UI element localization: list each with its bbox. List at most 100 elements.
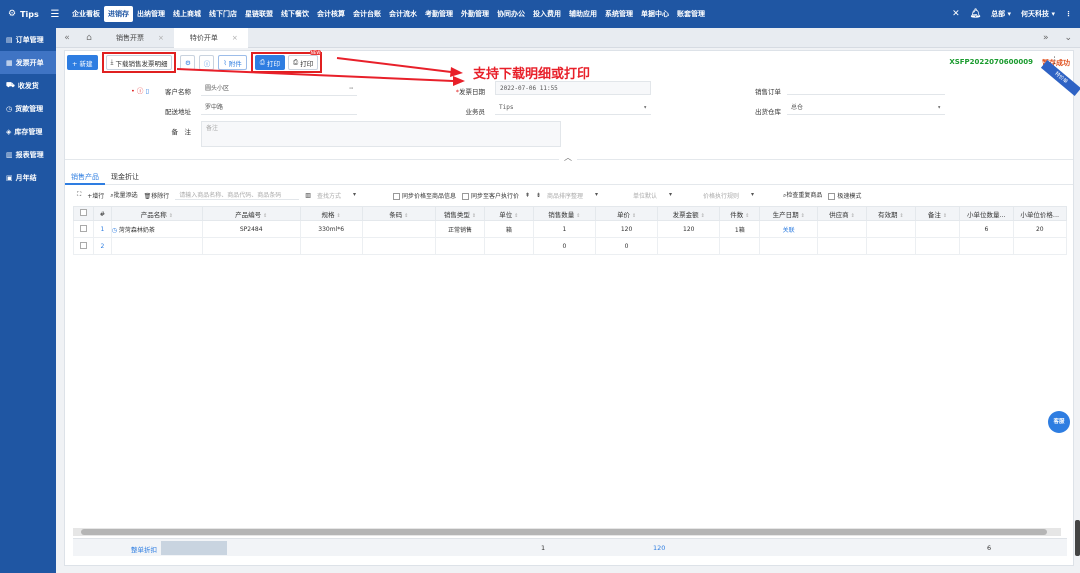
cell-price[interactable]: 0	[594, 237, 659, 255]
nav-item[interactable]: 会计核算	[313, 6, 349, 22]
cell-product-code[interactable]	[201, 237, 301, 255]
price-rule-select[interactable]: 价格执行规则 ▾	[703, 191, 777, 200]
cell-small-price[interactable]: 20	[1012, 220, 1068, 238]
nav-item[interactable]: 出纳管理	[133, 6, 169, 22]
nav-item[interactable]: 线上商城	[169, 6, 205, 22]
cell-remark[interactable]	[914, 220, 961, 238]
total-discount-field[interactable]	[161, 541, 227, 555]
nav-item[interactable]: 企业看板	[68, 6, 104, 22]
fast-mode-checkbox[interactable]: 极速模式	[828, 191, 861, 200]
customer-field[interactable]: 圆头小区 ⋯	[201, 82, 357, 96]
salesman-select[interactable]: Tips ▾	[495, 101, 651, 115]
product-search-input[interactable]: 请输入商品名称、商品代码、商品条码	[175, 190, 300, 200]
cell-supplier[interactable]	[817, 220, 867, 238]
column-header[interactable]: 供应商 ⇕	[817, 206, 867, 221]
cell-amount[interactable]: 120	[657, 220, 721, 238]
user-menu[interactable]: 总部 ▾	[991, 9, 1011, 19]
tab-cash-discount[interactable]: 现金折让	[105, 169, 145, 185]
cell-spec[interactable]	[299, 237, 363, 255]
date-field[interactable]: 2022-07-06 11:55	[495, 81, 651, 95]
column-header[interactable]: 备注 ⇕	[914, 206, 961, 221]
batch-add-button[interactable]: ⌕批量添选	[110, 190, 137, 200]
cell-sales-type[interactable]	[435, 237, 485, 255]
cell-sales-type[interactable]: 正常销售	[435, 220, 485, 238]
cell-supplier[interactable]	[817, 237, 867, 255]
check-dup-button[interactable]: ⌕检查重复商品	[783, 190, 822, 200]
close-icon[interactable]: ✕	[952, 9, 960, 19]
nav-item[interactable]: 考勤管理	[421, 6, 457, 22]
sync-customer-checkbox[interactable]: 同步至客户执行价	[461, 191, 519, 200]
cell-production-date[interactable]	[759, 237, 819, 255]
cell-pieces[interactable]: 1箱	[719, 220, 761, 238]
column-header[interactable]: 小单位价格...	[1012, 206, 1068, 221]
sidebar-item-reports[interactable]: ▥ 报表管理	[0, 143, 56, 166]
cell-quantity[interactable]: 1	[532, 220, 596, 238]
column-header[interactable]: 条码 ⇕	[361, 206, 437, 221]
sidebar-item-invoice[interactable]: ▦ 发票开单	[0, 51, 56, 74]
nav-item[interactable]: 会计台账	[349, 6, 385, 22]
column-header[interactable]: 销售数量 ⇕	[532, 206, 596, 221]
scrollbar-thumb[interactable]	[81, 529, 1047, 535]
expand-icon[interactable]: ⛶	[77, 191, 81, 199]
double-left-icon[interactable]: «	[56, 33, 78, 43]
sales-order-field[interactable]	[787, 81, 945, 95]
sidebar-item-closing[interactable]: ▣ 月年结	[0, 166, 56, 189]
customer-service-button[interactable]: 客服	[1048, 411, 1070, 433]
more-icon[interactable]: ⋮	[1065, 10, 1072, 18]
menu-toggle-icon[interactable]: ☰	[46, 9, 64, 20]
cell-price[interactable]: 120	[594, 220, 659, 238]
cell-small-price[interactable]	[1012, 237, 1068, 255]
more-icon[interactable]: ⋯	[349, 82, 353, 96]
cell-barcode[interactable]	[361, 220, 437, 238]
nav-item[interactable]: 外勤管理	[457, 6, 493, 22]
delete-row-button[interactable]: 🗑︎移除行	[144, 191, 170, 200]
nav-item[interactable]: 辅助应用	[565, 6, 601, 22]
nav-item[interactable]: 星链联盟	[241, 6, 277, 22]
cell-quantity[interactable]: 0	[532, 237, 596, 255]
column-header[interactable]: 单价 ⇕	[594, 206, 659, 221]
sidebar-item-orders[interactable]: ▤ 订单管理	[0, 28, 56, 51]
cell-product-code[interactable]: SP2484	[201, 220, 301, 238]
column-header[interactable]: 发票金额 ⇕	[657, 206, 721, 221]
logo[interactable]: ⚙ Tips	[0, 9, 46, 19]
close-icon[interactable]: ×	[158, 34, 164, 42]
select-all-checkbox[interactable]	[73, 206, 94, 221]
vertical-scrollbar[interactable]	[1075, 520, 1080, 556]
cell-unit[interactable]: 箱	[483, 220, 534, 238]
cell-small-qty[interactable]: 6	[959, 220, 1014, 238]
nav-item-active[interactable]: 进销存	[104, 6, 133, 22]
close-icon[interactable]: ×	[232, 34, 238, 42]
home-icon[interactable]: ⌂	[78, 33, 100, 43]
cell-expiry[interactable]	[865, 237, 916, 255]
nav-item[interactable]: 单据中心	[637, 6, 673, 22]
cell-product-name[interactable]: ◷ 菏菏森林奶茶	[110, 220, 203, 238]
table-row[interactable]: 2 0 0	[73, 237, 1068, 255]
cell-expiry[interactable]	[865, 220, 916, 238]
sort-select[interactable]: 商品排序整理 ▾	[547, 191, 627, 200]
tab-sales-invoice[interactable]: 销售开票 ×	[100, 28, 174, 48]
sort-asc-icon[interactable]: ⇞	[525, 192, 530, 199]
nav-item[interactable]: 系统管理	[601, 6, 637, 22]
column-header[interactable]: 单位 ⇕	[483, 206, 534, 221]
barcode-icon[interactable]: ▥	[305, 192, 311, 199]
column-header[interactable]: 小单位数量...	[959, 206, 1014, 221]
chevron-up-icon[interactable]: ︿	[559, 153, 577, 163]
cell-spec[interactable]: 330ml*6	[299, 220, 363, 238]
column-header[interactable]: 销售类型 ⇕	[435, 206, 485, 221]
sync-price-checkbox[interactable]: 同步价格至商品信息	[392, 191, 456, 200]
add-row-button[interactable]: +增行	[87, 191, 104, 200]
table-row[interactable]: 1 ◷ 菏菏森林奶茶 SP2484 330ml*6 正常销售 箱 1 120 1…	[73, 220, 1068, 238]
company-menu[interactable]: 何天科技 ▾	[1021, 9, 1055, 19]
bell-icon[interactable]: 🔔︎	[970, 9, 981, 19]
unit-select[interactable]: 单位默认 ▾	[633, 191, 697, 200]
tab-special-price[interactable]: 特价开单 ×	[173, 27, 248, 48]
address-field[interactable]: 罗中路	[201, 101, 357, 115]
column-header[interactable]: 生产日期 ⇕	[759, 206, 819, 221]
cell-amount[interactable]	[657, 237, 721, 255]
nav-item[interactable]: 线下餐饮	[277, 6, 313, 22]
row-checkbox[interactable]	[73, 237, 94, 255]
cell-unit[interactable]	[483, 237, 534, 255]
total-discount-label[interactable]: 整单折扣	[131, 544, 157, 554]
cell-production-date[interactable]: 关联	[759, 220, 819, 238]
nav-item[interactable]: 会计流水	[385, 6, 421, 22]
